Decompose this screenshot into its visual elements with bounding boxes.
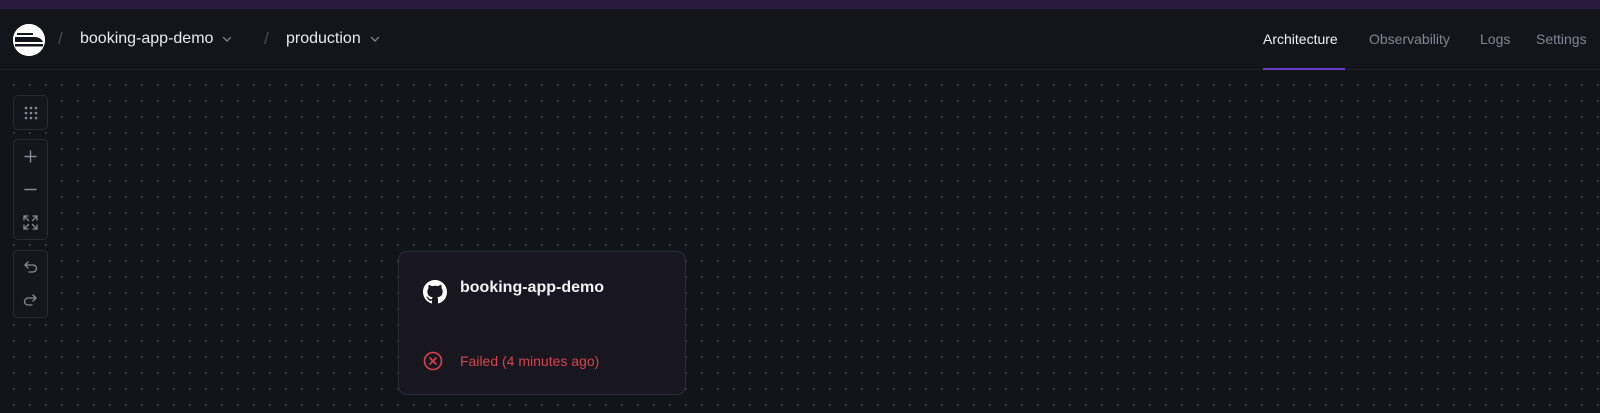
active-tab-indicator [1263, 68, 1345, 70]
undo-icon[interactable] [14, 251, 47, 284]
grid-icon[interactable] [14, 96, 47, 129]
app-logo-icon[interactable] [13, 24, 45, 56]
chevron-down-icon [221, 33, 233, 45]
minus-icon[interactable] [14, 173, 47, 206]
tab-observability[interactable]: Observability [1369, 31, 1450, 47]
top-accent-strip [0, 0, 1600, 9]
environment-name: production [286, 30, 361, 47]
service-card[interactable]: booking-app-demo Failed (4 minutes ago) [398, 251, 686, 395]
breadcrumb-separator: / [264, 29, 269, 48]
chevron-down-icon [369, 33, 381, 45]
x-circle-icon [423, 351, 443, 376]
fit-view-icon[interactable] [14, 206, 47, 239]
tab-settings[interactable]: Settings [1536, 31, 1587, 47]
project-selector[interactable]: booking-app-demo [80, 30, 233, 48]
project-name: booking-app-demo [80, 30, 214, 47]
breadcrumb-separator: / [58, 29, 63, 48]
deployment-status: Failed (4 minutes ago) [460, 353, 600, 369]
canvas-controls-zoom [13, 139, 48, 240]
architecture-canvas[interactable]: booking-app-demo Failed (4 minutes ago) [0, 71, 1600, 413]
github-icon [423, 280, 447, 309]
redo-icon[interactable] [14, 284, 47, 317]
canvas-controls-history [13, 250, 48, 318]
service-name: booking-app-demo [460, 279, 604, 296]
top-navbar: / booking-app-demo / production Architec… [0, 9, 1600, 70]
plus-icon[interactable] [14, 140, 47, 173]
canvas-controls-layout [13, 95, 48, 130]
tab-architecture[interactable]: Architecture [1263, 31, 1338, 47]
tab-logs[interactable]: Logs [1480, 31, 1510, 47]
environment-selector[interactable]: production [286, 30, 381, 48]
